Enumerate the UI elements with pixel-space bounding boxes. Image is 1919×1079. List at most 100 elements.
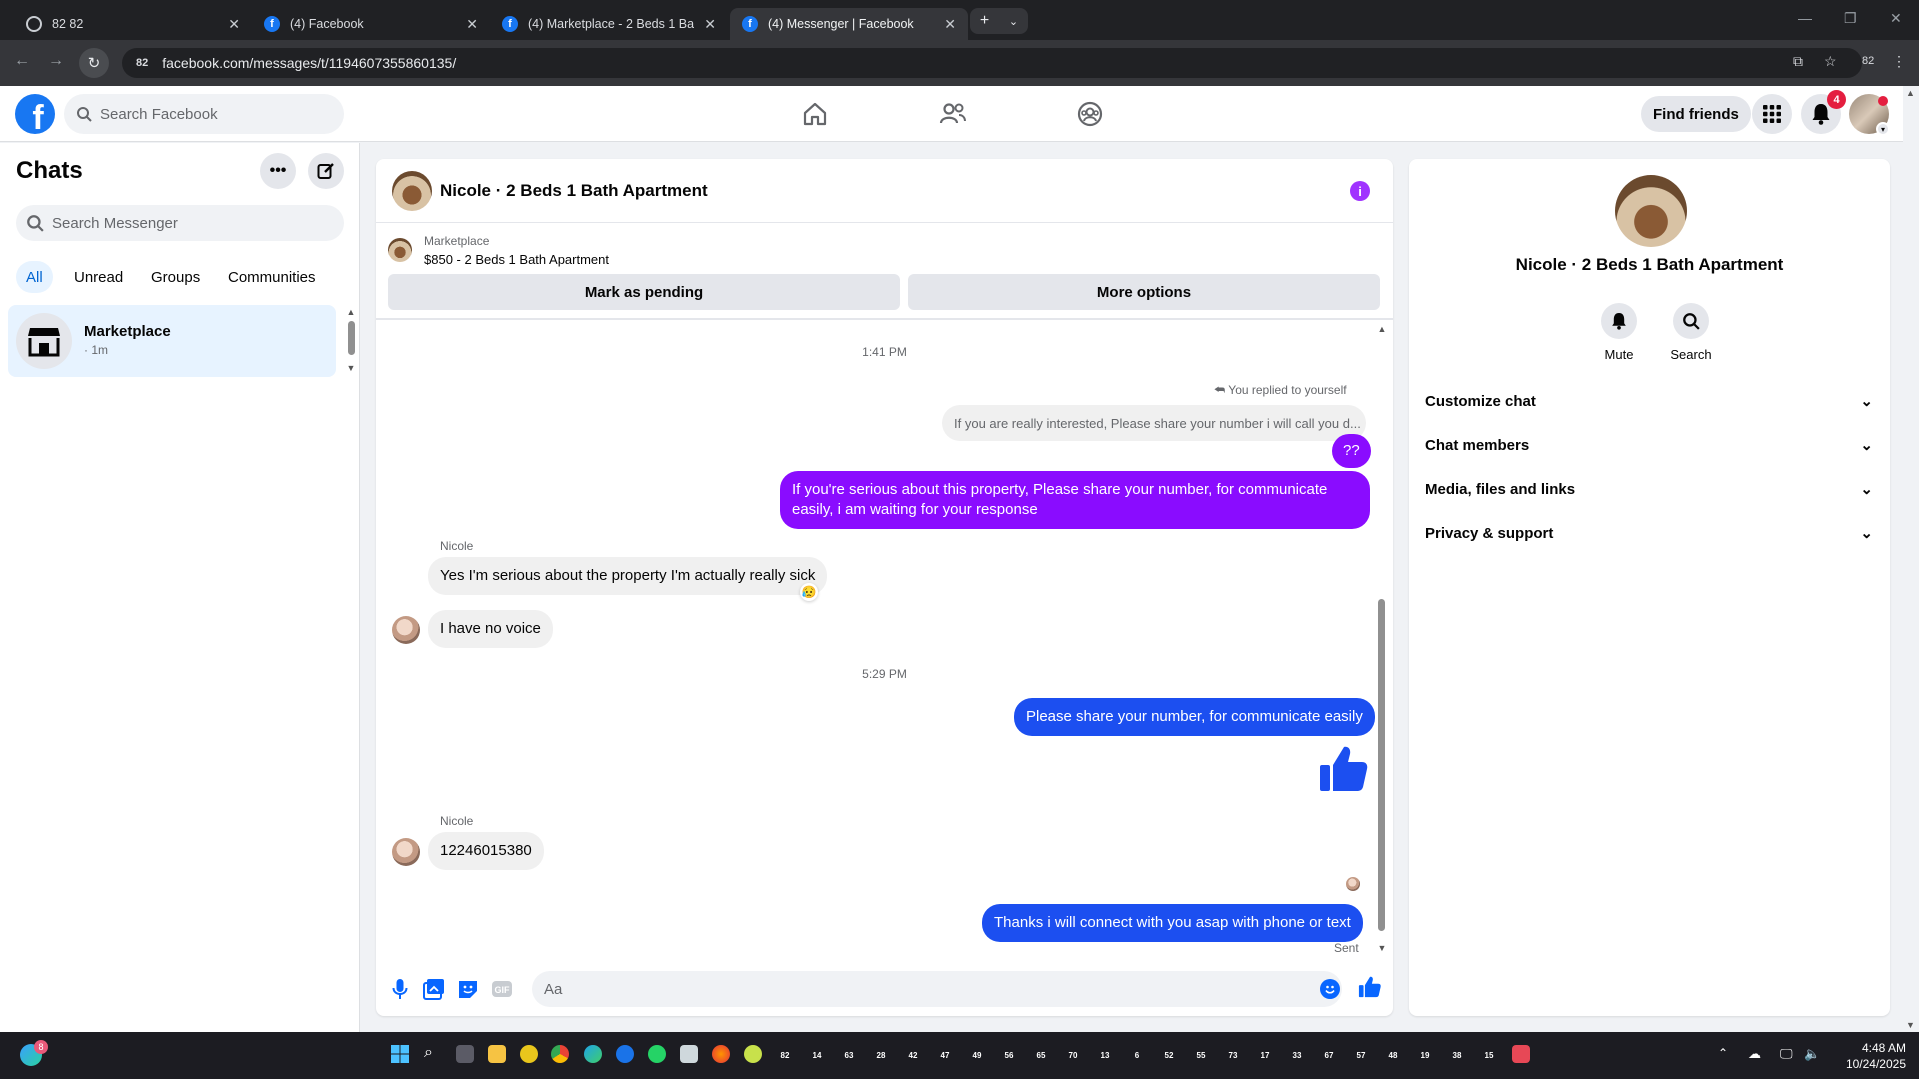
- profile-label[interactable]: 82: [1862, 55, 1874, 67]
- taskbar-app-icon[interactable]: 14: [808, 1046, 826, 1064]
- taskbar-search-icon[interactable]: ⌕: [424, 1044, 433, 1062]
- address-bar[interactable]: 82 facebook.com/messages/t/1194607355860…: [122, 48, 1862, 78]
- conversation-title[interactable]: Nicole · 2 Beds 1 Bath Apartment: [440, 181, 708, 201]
- close-icon[interactable]: ✕: [944, 16, 956, 33]
- taskbar-app-icon[interactable]: 15: [1480, 1046, 1498, 1064]
- close-icon[interactable]: ✕: [704, 16, 716, 33]
- install-app-icon[interactable]: ⧉: [1793, 53, 1803, 70]
- more-options-icon[interactable]: •••: [260, 153, 296, 189]
- message-bubble-outgoing[interactable]: Please share your number, for communicat…: [1014, 698, 1375, 736]
- taskbar-app-icon[interactable]: 33: [1288, 1046, 1306, 1064]
- volume-icon[interactable]: 🔈: [1804, 1046, 1820, 1062]
- messenger-search-input[interactable]: [52, 214, 332, 232]
- facebook-logo-icon[interactable]: f: [15, 94, 55, 134]
- taskbar-app-icon[interactable]: 48: [1384, 1046, 1402, 1064]
- taskbar-app-icon[interactable]: 52: [1160, 1046, 1178, 1064]
- filter-groups[interactable]: Groups: [141, 261, 210, 293]
- taskbar-app-icon[interactable]: 13: [1096, 1046, 1114, 1064]
- microphone-icon[interactable]: [388, 977, 412, 1001]
- taskbar-app-icon[interactable]: 17: [1256, 1046, 1274, 1064]
- site-info-badge[interactable]: 82: [136, 57, 148, 69]
- message-input[interactable]: [532, 971, 1342, 1007]
- conversation-avatar[interactable]: [392, 171, 432, 211]
- gif-icon[interactable]: GIF: [490, 977, 514, 1001]
- quoted-message[interactable]: If you are really interested, Please sha…: [942, 405, 1366, 441]
- bell-icon[interactable]: [1601, 303, 1637, 339]
- whatsapp-icon[interactable]: [648, 1045, 666, 1063]
- chevron-down-icon[interactable]: ⌄: [1009, 15, 1018, 28]
- conversation-scrollbar-thumb[interactable]: [1378, 599, 1385, 931]
- firefox-icon[interactable]: [712, 1045, 730, 1063]
- app-icon[interactable]: [616, 1045, 634, 1063]
- listing-thumbnail[interactable]: [388, 238, 412, 262]
- onedrive-cloud-icon[interactable]: ☁: [1748, 1046, 1761, 1062]
- plus-icon[interactable]: +: [980, 12, 989, 30]
- search-icon[interactable]: [1673, 303, 1709, 339]
- kebab-menu-icon[interactable]: ⋮: [1892, 53, 1906, 70]
- groups-icon[interactable]: [1074, 98, 1106, 130]
- send-like-icon[interactable]: [1358, 975, 1382, 999]
- message-bubble-outgoing[interactable]: ??: [1332, 434, 1371, 468]
- reload-icon[interactable]: ↻: [79, 48, 109, 78]
- section-media-files-links[interactable]: Media, files and links ⌄: [1425, 467, 1873, 511]
- message-bubble-incoming[interactable]: 12246015380: [428, 832, 544, 870]
- tray-chevron-up-icon[interactable]: ⌃: [1718, 1046, 1728, 1060]
- notepad-icon[interactable]: [680, 1045, 698, 1063]
- taskbar-app-icon[interactable]: 63: [840, 1046, 858, 1064]
- messenger-search[interactable]: [16, 205, 344, 241]
- facebook-search[interactable]: [64, 94, 344, 134]
- scroll-down-arrow[interactable]: ▼: [346, 363, 356, 373]
- taskbar-app-icon[interactable]: 82: [776, 1046, 794, 1064]
- new-message-icon[interactable]: [308, 153, 344, 189]
- minimize-icon[interactable]: —: [1798, 10, 1812, 26]
- section-chat-members[interactable]: Chat members ⌄: [1425, 423, 1873, 467]
- mute-button[interactable]: Mute: [1583, 303, 1655, 362]
- taskbar-app-icon[interactable]: 19: [1416, 1046, 1434, 1064]
- scroll-up-arrow[interactable]: ▲: [346, 307, 356, 317]
- thumbs-up-icon[interactable]: [1318, 743, 1370, 800]
- browser-tab-1[interactable]: 82 82 ✕: [14, 8, 252, 40]
- filter-communities[interactable]: Communities: [218, 261, 326, 293]
- section-customize-chat[interactable]: Customize chat ⌄: [1425, 379, 1873, 423]
- find-friends-button[interactable]: Find friends: [1641, 96, 1751, 132]
- app-icon[interactable]: [744, 1045, 762, 1063]
- more-options-button[interactable]: More options: [908, 274, 1380, 310]
- task-view-icon[interactable]: [456, 1045, 474, 1063]
- taskbar-app-icon[interactable]: 55: [1192, 1046, 1210, 1064]
- sidebar-scrollbar-thumb[interactable]: [348, 321, 355, 355]
- home-icon[interactable]: [799, 98, 831, 130]
- taskbar-clock[interactable]: 4:48 AM 10/24/2025: [1826, 1040, 1906, 1072]
- taskbar-app-icon[interactable]: 28: [872, 1046, 890, 1064]
- taskbar-app-icon[interactable]: 42: [904, 1046, 922, 1064]
- filter-all[interactable]: All: [16, 261, 53, 293]
- filter-unread[interactable]: Unread: [64, 261, 133, 293]
- forward-icon[interactable]: →: [48, 52, 64, 70]
- search-in-conversation-button[interactable]: Search: [1655, 303, 1727, 362]
- message-bubble-incoming[interactable]: Yes I'm serious about the property I'm a…: [428, 557, 828, 595]
- browser-tab-4-active[interactable]: f (4) Messenger | Facebook ✕: [730, 8, 968, 40]
- facebook-search-input[interactable]: [100, 105, 320, 123]
- browser-tab-2[interactable]: f (4) Facebook ✕: [252, 8, 490, 40]
- scroll-down-arrow[interactable]: ▼: [1377, 943, 1387, 953]
- taskbar-app-icon[interactable]: 56: [1000, 1046, 1018, 1064]
- sticker-icon[interactable]: [456, 977, 480, 1001]
- taskbar-app-icon[interactable]: 6: [1128, 1046, 1146, 1064]
- taskbar-app-icon[interactable]: 57: [1352, 1046, 1370, 1064]
- mark-as-pending-button[interactable]: Mark as pending: [388, 274, 900, 310]
- taskbar-app-icon[interactable]: 49: [968, 1046, 986, 1064]
- sender-avatar[interactable]: [392, 616, 420, 644]
- contact-avatar[interactable]: [1615, 175, 1687, 247]
- taskbar-app-icon[interactable]: 65: [1032, 1046, 1050, 1064]
- chevron-down-icon[interactable]: ▾: [1876, 122, 1890, 136]
- section-privacy-support[interactable]: Privacy & support ⌄: [1425, 511, 1873, 555]
- close-icon[interactable]: ✕: [228, 16, 240, 33]
- taskbar-app-icon[interactable]: 70: [1064, 1046, 1082, 1064]
- taskbar-app-icon[interactable]: 47: [936, 1046, 954, 1064]
- file-explorer-icon[interactable]: [488, 1045, 506, 1063]
- menu-grid-icon[interactable]: [1752, 94, 1792, 134]
- taskbar-app-icon[interactable]: 67: [1320, 1046, 1338, 1064]
- app-icon[interactable]: [1512, 1045, 1530, 1063]
- message-bubble-outgoing[interactable]: Thanks i will connect with you asap with…: [982, 904, 1363, 942]
- back-icon[interactable]: ←: [14, 52, 30, 70]
- scroll-up-arrow[interactable]: ▲: [1906, 88, 1915, 98]
